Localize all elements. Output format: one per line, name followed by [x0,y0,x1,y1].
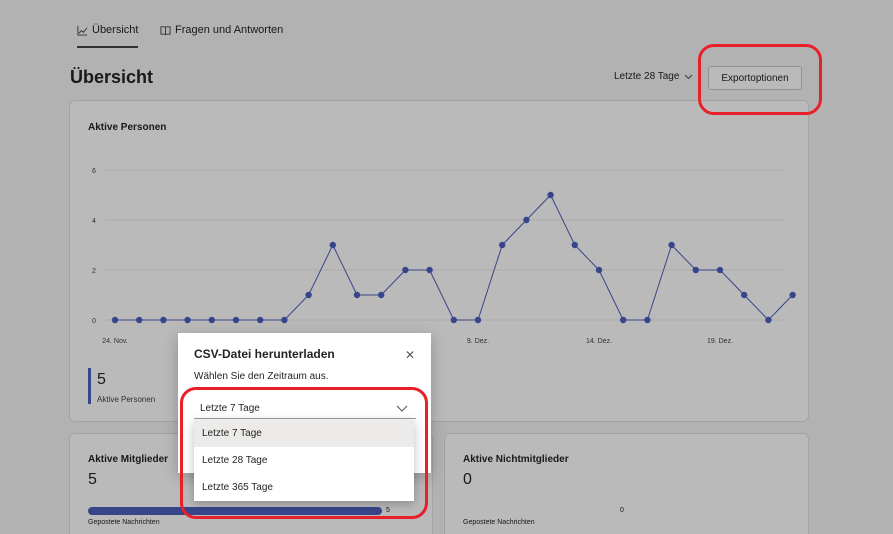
highlight-dropdown [180,387,428,519]
dialog-title: CSV-Datei herunterladen [194,347,335,361]
analytics-page: Übersicht Fragen und Antworten Übersicht… [0,0,893,534]
dialog-subtitle: Wählen Sie den Zeitraum aus. [194,371,329,382]
close-icon[interactable]: ✕ [405,348,415,362]
highlight-export [698,44,822,115]
